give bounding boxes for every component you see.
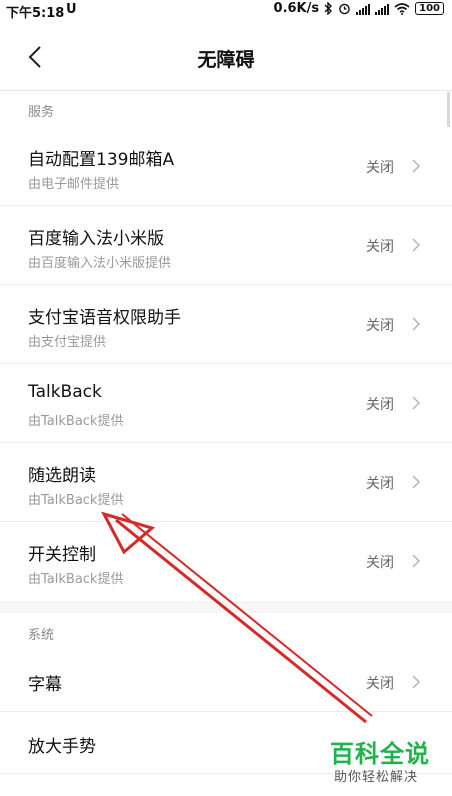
net-speed: 0.6K/s: [273, 1, 320, 16]
alarm-icon: [339, 3, 350, 15]
service-item-switch-access[interactable]: 开关控制 由TalkBack提供 关闭: [0, 522, 452, 601]
item-title: 放大手势: [28, 737, 96, 757]
system-item-captions[interactable]: 字幕 关闭: [0, 650, 452, 712]
service-item-alipay-voice[interactable]: 支付宝语音权限助手 由支付宝提供 关闭: [0, 285, 452, 364]
item-status: 关闭: [366, 555, 394, 571]
chevron-right-icon: [412, 675, 421, 689]
header: 无障碍: [0, 22, 452, 92]
watermark-logo: 百科全说: [330, 740, 430, 768]
item-title: 开关控制: [28, 545, 96, 565]
item-subtitle: 由TalkBack提供: [28, 414, 124, 429]
section-label-system: 系统: [28, 628, 55, 643]
item-title: 随选朗读: [28, 466, 96, 486]
chevron-right-icon: [412, 475, 421, 489]
item-subtitle: 由百度输入法小米版提供: [28, 256, 172, 271]
item-status: 关闭: [366, 397, 394, 413]
item-status: 关闭: [366, 476, 394, 492]
signal-icon-2: [375, 3, 390, 15]
item-subtitle: 由TalkBack提供: [28, 572, 124, 587]
item-subtitle: 由支付宝提供: [28, 335, 107, 350]
status-bar: 下午5:18 U 0.6K/s 100: [0, 0, 452, 22]
chevron-right-icon: [412, 159, 421, 173]
service-item-baidu-ime[interactable]: 百度输入法小米版 由百度输入法小米版提供 关闭: [0, 206, 452, 285]
item-title: TalkBack: [28, 382, 102, 402]
item-subtitle: 由电子邮件提供: [28, 177, 120, 192]
section-gap: [0, 601, 452, 613]
header-divider: [0, 90, 452, 91]
section-label-services: 服务: [28, 105, 55, 120]
battery-icon: 100: [415, 2, 444, 15]
item-title: 百度输入法小米版: [28, 229, 164, 249]
chevron-right-icon: [412, 238, 421, 252]
wifi-icon: [394, 2, 410, 15]
service-item-talkback[interactable]: TalkBack 由TalkBack提供 关闭: [0, 364, 452, 443]
item-status: 关闭: [366, 676, 394, 692]
item-status: 关闭: [366, 160, 394, 176]
bluetooth-icon: [324, 2, 333, 15]
item-title: 字幕: [28, 675, 62, 695]
item-subtitle: 由TalkBack提供: [28, 493, 124, 508]
status-time: 下午5:18: [6, 6, 65, 21]
service-item-select-to-speak[interactable]: 随选朗读 由TalkBack提供 关闭: [0, 443, 452, 522]
chevron-right-icon: [412, 396, 421, 410]
item-status: 关闭: [366, 239, 394, 255]
status-icons: 0.6K/s 100: [274, 1, 444, 16]
chevron-right-icon: [412, 317, 421, 331]
page-title: 无障碍: [197, 49, 255, 71]
item-title: 自动配置139邮箱A: [28, 150, 175, 170]
notification-icon: U: [66, 2, 77, 17]
service-item-139mail[interactable]: 自动配置139邮箱A 由电子邮件提供 关闭: [0, 127, 452, 206]
signal-icon: [356, 3, 371, 15]
item-title: 支付宝语音权限助手: [28, 308, 181, 328]
watermark-slogan: 助你轻松解决: [334, 770, 419, 785]
item-status: 关闭: [366, 318, 394, 334]
chevron-right-icon: [412, 554, 421, 568]
